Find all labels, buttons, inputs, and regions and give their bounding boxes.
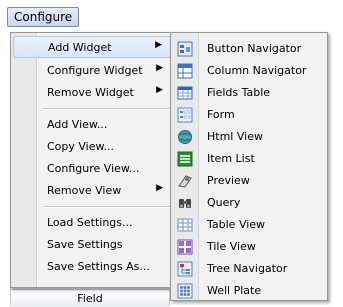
submenu-arrow-icon: ▶ <box>156 85 163 95</box>
form-icon <box>177 107 193 123</box>
submenu-item-item-list[interactable]: Item List <box>173 148 325 170</box>
submenu-item-label: Preview <box>207 174 250 187</box>
column-navigator-icon <box>177 63 193 79</box>
menu-item-add-view[interactable]: Add View... <box>13 114 173 136</box>
menu-item-configure-widget[interactable]: Configure Widget ▶ <box>13 60 173 82</box>
table-header: Field <box>11 290 169 307</box>
submenu-item-label: Button Navigator <box>207 42 302 55</box>
submenu-item-tree-navigator[interactable]: Tree Navigator <box>173 258 325 280</box>
menu-item-save-settings-as[interactable]: Save Settings As... <box>13 256 173 278</box>
menu-item-load-settings[interactable]: Load Settings... <box>13 212 173 234</box>
submenu-item-query[interactable]: Query <box>173 192 325 214</box>
item-list-icon <box>177 151 193 167</box>
fields-table-icon <box>177 86 193 100</box>
menu-item-label: Add Widget <box>48 41 112 54</box>
field-column-header[interactable]: Field <box>11 292 169 305</box>
submenu-item-column-navigator[interactable]: Column Navigator <box>173 60 325 82</box>
menu-separator <box>43 206 171 208</box>
well-plate-icon <box>177 283 193 299</box>
submenu-item-html-view[interactable]: Html View <box>173 126 325 148</box>
preview-icon <box>178 175 192 188</box>
submenu-arrow-icon: ▶ <box>156 183 163 193</box>
menu-item-configure-view[interactable]: Configure View... <box>13 158 173 180</box>
menu-item-label: Remove Widget <box>47 86 134 99</box>
configure-menu: Add Widget ▶ Configure Widget ▶ Remove W… <box>10 32 176 288</box>
submenu-arrow-icon: ▶ <box>156 63 163 73</box>
menu-item-label: Configure Widget <box>47 64 143 77</box>
submenu-item-label: Tree Navigator <box>207 262 288 275</box>
menu-item-label: Save Settings <box>47 238 123 251</box>
submenu-item-label: Tile View <box>207 240 256 253</box>
configure-menu-button[interactable]: Configure <box>7 7 80 27</box>
menu-separator <box>43 108 171 110</box>
submenu-item-preview[interactable]: Preview <box>173 170 325 192</box>
button-navigator-icon <box>177 41 193 57</box>
submenu-item-fields-table[interactable]: Fields Table <box>173 82 325 104</box>
submenu-item-label: Query <box>207 196 241 209</box>
submenu-item-label: Form <box>207 108 235 121</box>
menu-item-remove-view[interactable]: Remove View ▶ <box>13 180 173 202</box>
menu-item-copy-view[interactable]: Copy View... <box>13 136 173 158</box>
submenu-arrow-icon: ▶ <box>155 40 162 50</box>
menu-item-label: Remove View <box>47 184 122 197</box>
submenu-item-table-view[interactable]: Table View <box>173 214 325 236</box>
menu-item-label: Configure View... <box>47 162 140 175</box>
binoculars-icon <box>179 199 191 208</box>
menu-bar: Configure <box>0 0 343 31</box>
submenu-item-form[interactable]: Form <box>173 104 325 126</box>
submenu-item-tile-view[interactable]: Tile View <box>173 236 325 258</box>
html-view-icon <box>178 130 192 144</box>
menu-item-label: Add View... <box>47 118 108 131</box>
menu-item-label: Copy View... <box>47 140 114 153</box>
tile-view-icon <box>177 239 193 255</box>
submenu-item-label: Fields Table <box>207 86 271 99</box>
menu-item-save-settings[interactable]: Save Settings <box>13 234 173 256</box>
tree-navigator-icon <box>177 261 193 277</box>
submenu-item-label: Table View <box>207 218 266 231</box>
menu-item-add-widget[interactable]: Add Widget ▶ <box>13 36 173 58</box>
submenu-item-label: Well Plate <box>207 284 262 297</box>
menu-item-label: Load Settings... <box>47 216 133 229</box>
menu-item-remove-widget[interactable]: Remove Widget ▶ <box>13 82 173 104</box>
submenu-item-button-navigator[interactable]: Button Navigator <box>173 38 325 60</box>
submenu-item-label: Html View <box>207 130 263 143</box>
menu-item-label: Save Settings As... <box>47 260 150 273</box>
submenu-item-label: Item List <box>207 152 255 165</box>
submenu-item-label: Column Navigator <box>207 64 307 77</box>
table-view-icon <box>177 218 193 232</box>
add-widget-submenu: Button Navigator Column Navigator Fields… <box>170 32 328 301</box>
submenu-item-well-plate[interactable]: Well Plate <box>173 280 325 302</box>
